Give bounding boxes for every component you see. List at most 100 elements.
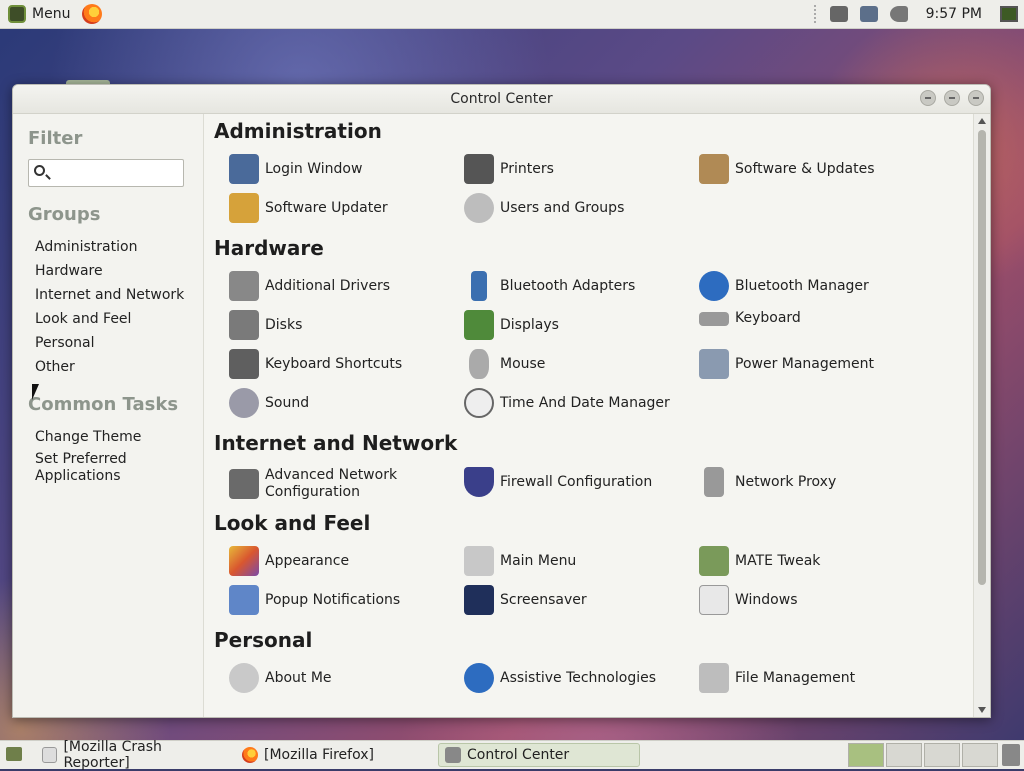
applet-label: Displays [500, 316, 559, 333]
task-label: [Mozilla Crash Reporter] [63, 739, 162, 771]
accessibility-icon [464, 663, 494, 693]
applet-mate-tweak[interactable]: MATE Tweak [699, 546, 820, 576]
control-center-window: Control Center Filter Groups Administrat… [12, 84, 991, 718]
workspace-1[interactable] [848, 743, 884, 767]
network-icon[interactable] [859, 6, 878, 22]
applet-disks[interactable]: Disks [229, 310, 302, 340]
clock[interactable]: 9:57 PM [926, 6, 982, 22]
groups-heading: Groups [28, 204, 101, 225]
scroll-up-icon[interactable] [978, 118, 986, 124]
applet-label: About Me [265, 669, 332, 686]
firewall-shield-icon [464, 467, 494, 497]
applet-windows[interactable]: Windows [699, 585, 798, 615]
applet-popup-notifications[interactable]: Popup Notifications [229, 585, 400, 615]
applet-label: Printers [500, 160, 554, 177]
close-button[interactable] [968, 90, 984, 106]
search-input[interactable] [28, 159, 184, 187]
task-firefox[interactable]: [Mozilla Firefox] [236, 743, 436, 767]
main-menu-icon [464, 546, 494, 576]
applet-label: File Management [735, 669, 856, 686]
control-center-icon [445, 747, 461, 763]
maximize-button[interactable] [944, 90, 960, 106]
applet-label: Power Management [735, 355, 875, 372]
sound-icon [229, 388, 259, 418]
login-window-icon [229, 154, 259, 184]
workspace-3[interactable] [924, 743, 960, 767]
applet-displays[interactable]: Displays [464, 310, 559, 340]
menu-label: Menu [32, 6, 71, 22]
applet-advanced-network-configuration[interactable]: Advanced Network Configuration [229, 467, 419, 501]
titlebar[interactable]: Control Center [13, 85, 990, 114]
volume-icon[interactable] [889, 6, 908, 22]
network-proxy-icon [704, 467, 724, 497]
task-crash-reporter[interactable]: [Mozilla Crash Reporter] [36, 739, 232, 771]
applet-label: Disks [265, 316, 303, 333]
applet-screensaver[interactable]: Screensaver [464, 585, 587, 615]
applet-mouse[interactable]: Mouse [464, 349, 545, 379]
applet-label: Keyboard Shortcuts [265, 355, 403, 372]
bluetooth-icon [699, 271, 729, 301]
applet-about-me[interactable]: About Me [229, 663, 332, 693]
applet-file-management[interactable]: File Management [699, 663, 855, 693]
applet-assistive-technologies[interactable]: Assistive Technologies [464, 663, 656, 693]
sidebar-item-other[interactable]: Other [35, 359, 75, 376]
window-title: Control Center [450, 91, 553, 107]
group-title-administration: Administration [214, 119, 382, 143]
applet-keyboard-shortcuts[interactable]: Keyboard Shortcuts [229, 349, 402, 379]
applet-software-updates[interactable]: Software & Updates [699, 154, 875, 184]
scroll-down-icon[interactable] [978, 707, 986, 713]
sidebar-item-look-and-feel[interactable]: Look and Feel [35, 311, 131, 328]
sidebar-item-hardware[interactable]: Hardware [35, 263, 103, 280]
applet-software-updater[interactable]: Software Updater [229, 193, 388, 223]
menu-button[interactable]: Menu [0, 0, 78, 28]
sidebar-item-administration[interactable]: Administration [35, 239, 137, 256]
applet-additional-drivers[interactable]: Additional Drivers [229, 271, 390, 301]
show-desktop-icon[interactable] [1000, 6, 1018, 22]
task-change-theme[interactable]: Change Theme [35, 429, 141, 446]
applet-bluetooth-adapters[interactable]: Bluetooth Adapters [464, 271, 635, 301]
vertical-scrollbar[interactable] [973, 114, 990, 717]
workspace-2[interactable] [886, 743, 922, 767]
sidebar-item-internet-and-network[interactable]: Internet and Network [35, 287, 184, 304]
users-icon [464, 193, 494, 223]
applet-label: Software Updater [265, 199, 388, 216]
task-control-center[interactable]: Control Center [438, 743, 640, 767]
tray-separator [813, 5, 818, 23]
applet-firewall-configuration[interactable]: Firewall Configuration [464, 467, 652, 497]
group-title-internet-and-network: Internet and Network [214, 431, 458, 455]
clock-icon [464, 388, 494, 418]
applet-network-proxy[interactable]: Network Proxy [699, 467, 836, 497]
drivers-icon [229, 271, 259, 301]
applet-power-management[interactable]: Power Management [699, 349, 874, 379]
sidebar: Filter Groups Administration Hardware In… [13, 114, 203, 717]
scrollbar-thumb[interactable] [978, 130, 986, 585]
workspace-4[interactable] [962, 743, 998, 767]
filter-heading: Filter [28, 128, 83, 149]
update-manager-icon[interactable] [829, 6, 848, 22]
trash-icon[interactable] [1002, 744, 1020, 766]
software-updates-icon [699, 154, 729, 184]
applet-printers[interactable]: Printers [464, 154, 554, 184]
minimize-button[interactable] [920, 90, 936, 106]
mouse-icon [469, 349, 489, 379]
show-desktop-icon[interactable] [6, 747, 22, 761]
applet-label: Users and Groups [500, 199, 625, 216]
sidebar-item-personal[interactable]: Personal [35, 335, 95, 352]
applet-appearance[interactable]: Appearance [229, 546, 349, 576]
task-set-preferred-applications[interactable]: Set Preferred Applications [35, 451, 155, 485]
applet-bluetooth-manager[interactable]: Bluetooth Manager [699, 271, 869, 301]
applet-keyboard[interactable]: Keyboard [699, 310, 801, 327]
display-icon [464, 310, 494, 340]
applet-label: Software & Updates [735, 160, 875, 177]
applet-time-and-date[interactable]: Time And Date Manager [464, 388, 670, 418]
mate-tweak-icon [699, 546, 729, 576]
applet-sound[interactable]: Sound [229, 388, 309, 418]
applet-login-window[interactable]: Login Window [229, 154, 362, 184]
applet-main-menu[interactable]: Main Menu [464, 546, 576, 576]
applet-users-and-groups[interactable]: Users and Groups [464, 193, 624, 223]
task-label: Control Center [467, 747, 570, 763]
notifications-icon [229, 585, 259, 615]
network-config-icon [229, 469, 259, 499]
firefox-launcher-icon[interactable] [82, 4, 103, 24]
applet-label: Keyboard [735, 310, 801, 326]
